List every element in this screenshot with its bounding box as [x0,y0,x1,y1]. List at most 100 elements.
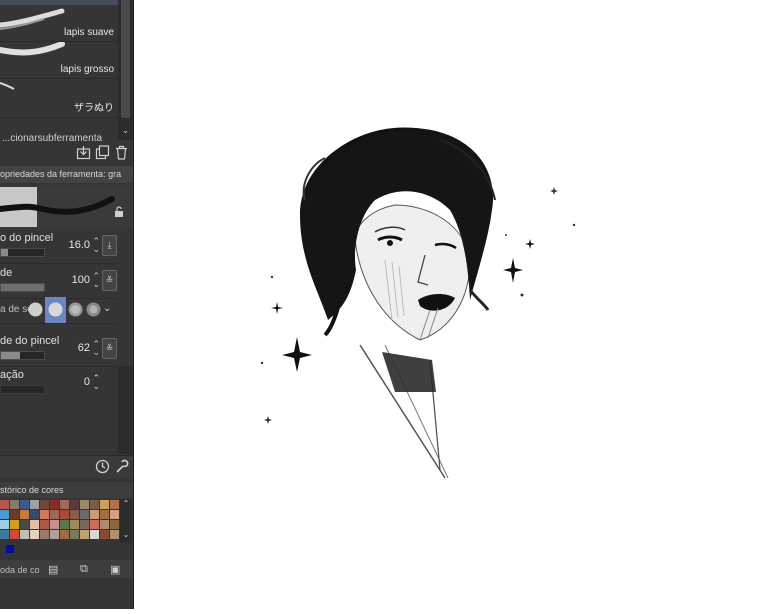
layers-icon[interactable]: ⧉ [80,563,88,576]
stabilization-slider[interactable] [0,385,45,394]
color-swatch[interactable] [70,510,79,519]
pressure-settings-icon[interactable]: ≚ [102,270,117,291]
panel-icon[interactable]: ▤ [48,563,58,576]
property-value[interactable]: 62 [78,342,90,354]
spinner-icon[interactable]: ⌃ ⌄ [92,237,100,254]
tip-shape-round-icon[interactable] [46,300,65,319]
color-swatch[interactable] [100,500,109,509]
pressure-download-icon[interactable]: ⤓ [102,235,117,256]
color-swatch[interactable] [80,530,89,539]
color-swatch[interactable] [80,520,89,529]
color-swatch[interactable] [30,500,39,509]
brush-item-lapis-suave[interactable]: lapis suave [0,5,118,42]
color-swatch[interactable] [50,530,59,539]
download-icon[interactable] [76,145,91,160]
color-swatch[interactable] [70,520,79,529]
lock-icon[interactable] [114,206,124,217]
property-stabilization: ação 0 ⌃ ⌄ [0,366,118,400]
brush-item-partial-label[interactable]: ...cionarsubferramenta [2,133,118,141]
color-swatch[interactable] [40,500,49,509]
properties-scrollbar[interactable] [118,366,133,454]
color-swatch[interactable] [100,530,109,539]
brush-size-slider[interactable] [0,248,45,257]
color-history-header: stórico de cores [0,482,133,498]
property-brush-density: de do pincel 62 ⌃ ⌄ ≚ [0,332,118,367]
brush-item-lapis-grosso[interactable]: lapis grosso [0,42,118,79]
color-swatch[interactable] [90,500,99,509]
color-swatch[interactable] [40,520,49,529]
current-color-swatch[interactable] [6,545,14,553]
color-swatch[interactable] [40,510,49,519]
color-swatch[interactable] [100,520,109,529]
color-swatch[interactable] [110,520,119,529]
color-swatch[interactable] [100,510,109,519]
color-swatch[interactable] [90,510,99,519]
color-swatch[interactable] [60,530,69,539]
wrench-icon[interactable] [114,459,129,474]
color-swatch[interactable] [0,510,9,519]
color-swatch[interactable] [40,530,49,539]
color-swatch[interactable] [60,510,69,519]
color-swatch[interactable] [90,520,99,529]
property-value[interactable]: 16.0 [69,239,90,251]
spinner-icon[interactable]: ⌃ ⌄ [92,272,100,289]
color-swatch[interactable] [30,520,39,529]
density-slider[interactable] [0,351,45,360]
window-icon[interactable]: ▣ [110,563,120,576]
color-swatch[interactable] [60,520,69,529]
tip-shape-texture-icon[interactable] [84,300,103,319]
color-swatch[interactable] [10,510,19,519]
property-label: de [0,267,13,279]
chevron-down-icon[interactable]: ⌄ [103,303,111,314]
chevron-down-icon[interactable]: ⌄ [120,125,131,136]
tip-shape-custom-icon[interactable] [26,300,45,319]
color-swatch[interactable] [70,530,79,539]
color-swatch[interactable] [110,500,119,509]
color-swatch[interactable] [20,530,29,539]
trash-icon[interactable] [114,145,129,160]
color-swatch[interactable] [50,500,59,509]
color-swatch[interactable] [80,500,89,509]
spinner-icon[interactable]: ⌃ ⌄ [92,340,100,357]
scrollbar-thumb[interactable] [121,0,130,118]
color-swatch[interactable] [20,500,29,509]
brush-label: lapis suave [63,27,114,38]
property-value[interactable]: 0 [84,376,90,388]
color-swatch[interactable] [30,530,39,539]
color-swatch[interactable] [20,520,29,529]
pressure-settings-icon[interactable]: ≚ [102,338,117,359]
brush-list-scrollbar[interactable]: ⌄ [118,0,133,140]
color-swatch[interactable] [90,530,99,539]
tip-shape-soft-icon[interactable] [66,300,85,319]
color-swatch[interactable] [60,500,69,509]
color-swatch[interactable] [50,510,59,519]
duplicate-icon[interactable] [95,145,110,160]
color-history-scrollbar[interactable]: ⌃ ⌄ [120,499,132,543]
reset-icon[interactable] [95,459,110,474]
color-swatch[interactable] [10,530,19,539]
tip-shape-selected-highlight[interactable] [45,297,66,323]
property-label: ação [0,369,24,381]
color-swatch[interactable] [10,520,19,529]
color-swatch[interactable] [0,520,9,529]
brush-label: ザラぬり [74,103,114,114]
color-swatch[interactable] [0,500,9,509]
color-swatch[interactable] [10,500,19,509]
brush-item-zara-nuri[interactable]: ザラぬり [0,79,118,118]
drawing-canvas[interactable] [134,0,757,609]
color-swatch[interactable] [0,530,9,539]
footer-tab-label[interactable]: oda de co [0,565,40,575]
color-swatch[interactable] [110,530,119,539]
color-swatch[interactable] [20,510,29,519]
chevron-down-icon[interactable]: ⌄ [120,530,132,539]
spinner-icon[interactable]: ⌃ ⌄ [92,374,100,391]
opacity-slider[interactable] [0,283,45,292]
color-swatch[interactable] [70,500,79,509]
chevron-up-icon[interactable]: ⌃ [120,499,132,508]
color-swatch[interactable] [80,510,89,519]
property-value[interactable]: 100 [72,274,90,286]
color-swatch[interactable] [110,510,119,519]
brush-size-preview [0,185,133,229]
color-swatch[interactable] [50,520,59,529]
color-swatch[interactable] [30,510,39,519]
